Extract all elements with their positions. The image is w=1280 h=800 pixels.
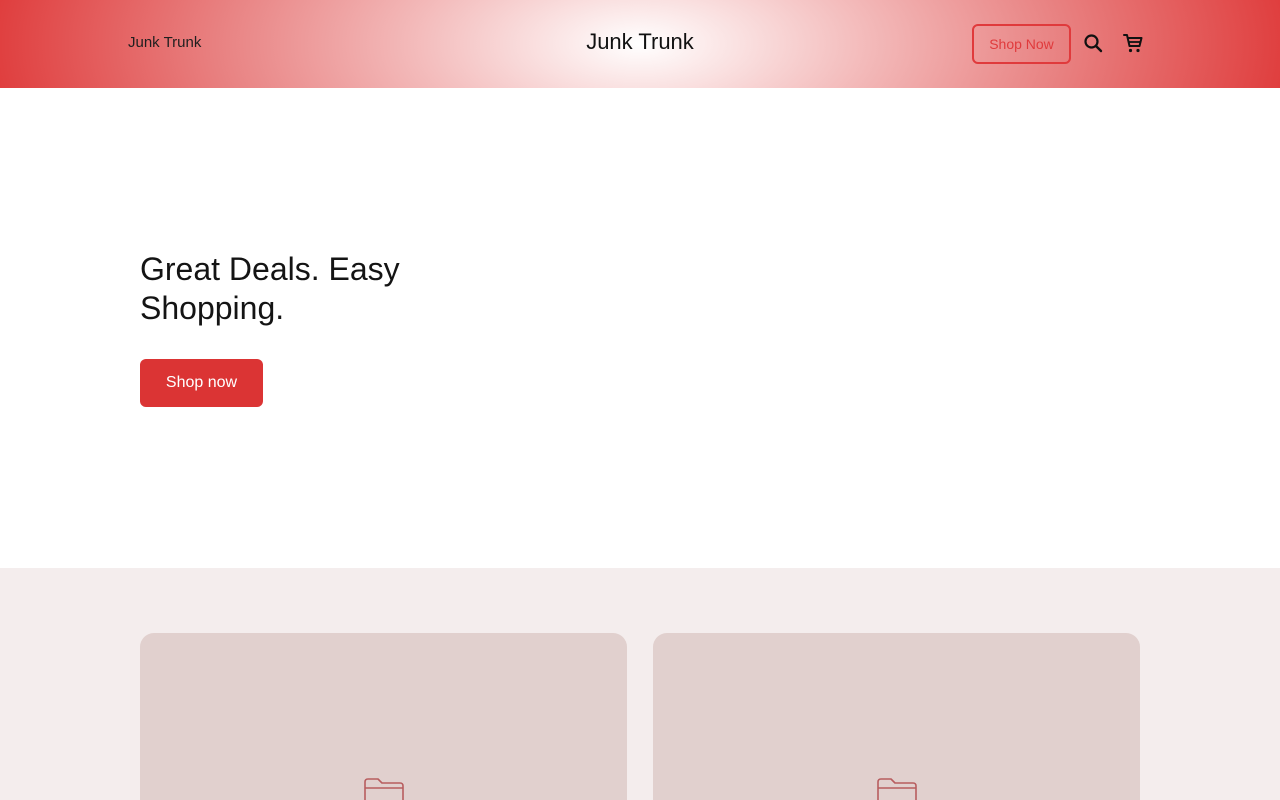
shop-now-hero-button[interactable]: Shop now bbox=[140, 359, 263, 407]
site-title[interactable]: Junk Trunk bbox=[586, 29, 694, 54]
shop-now-header-button[interactable]: Shop Now bbox=[972, 24, 1071, 64]
search-button[interactable] bbox=[1081, 31, 1105, 55]
search-icon bbox=[1084, 34, 1103, 53]
folder-icon bbox=[877, 778, 917, 800]
collections-section bbox=[0, 568, 1280, 800]
collection-card[interactable] bbox=[140, 633, 627, 800]
hero-title: Great Deals. Easy Shopping. bbox=[140, 251, 400, 326]
cart-button[interactable] bbox=[1121, 31, 1145, 55]
folder-icon bbox=[364, 778, 404, 800]
hero-section: Great Deals. Easy Shopping. Shop now bbox=[0, 88, 1280, 568]
site-header: Junk Trunk Junk Trunk Shop Now bbox=[0, 0, 1280, 88]
cart-icon bbox=[1123, 34, 1143, 53]
brand-link[interactable]: Junk Trunk bbox=[128, 34, 201, 51]
collection-card[interactable] bbox=[653, 633, 1140, 800]
